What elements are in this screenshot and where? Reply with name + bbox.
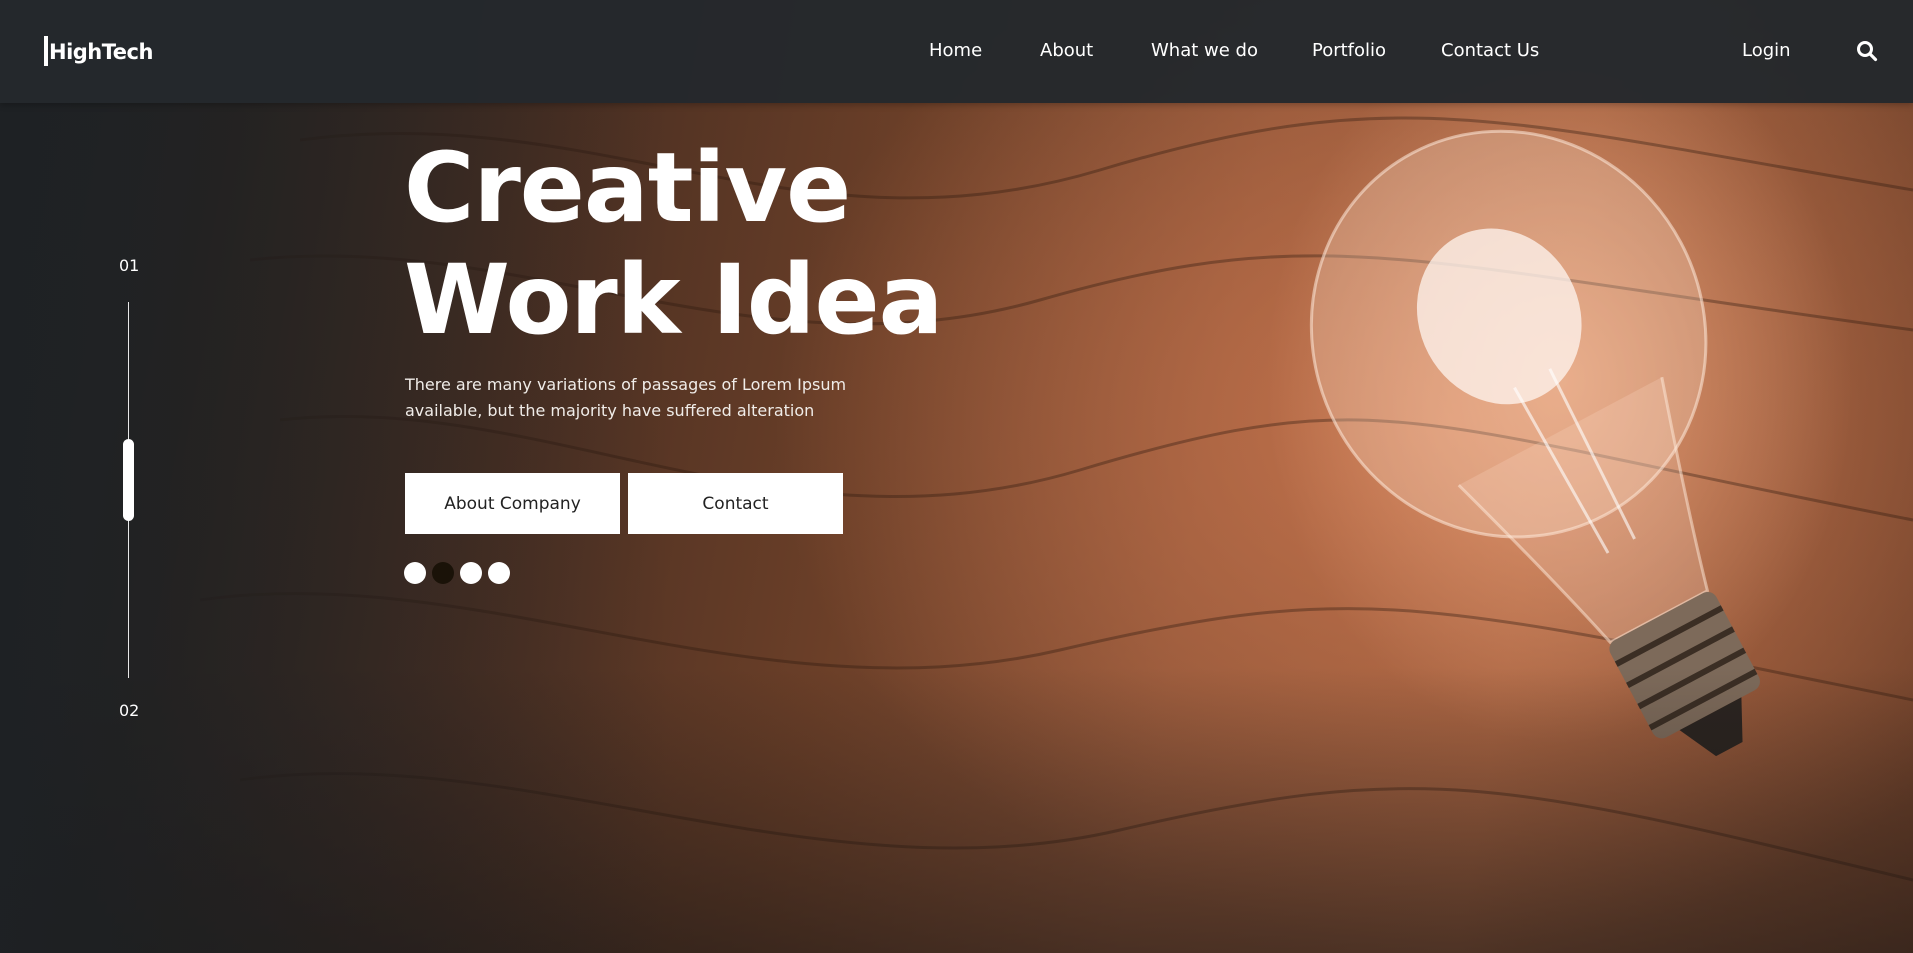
hero-title: Creative Work Idea bbox=[404, 132, 943, 356]
login-link[interactable]: Login bbox=[1742, 40, 1791, 61]
slider-dot-4[interactable] bbox=[488, 562, 510, 584]
top-navbar: HighTech Home About What we do Portfolio… bbox=[0, 0, 1913, 103]
search-icon[interactable] bbox=[1856, 40, 1878, 62]
hero-subtitle: There are many variations of passages of… bbox=[405, 375, 847, 420]
hero-title-line-1: Creative bbox=[404, 132, 851, 244]
nav-item-portfolio[interactable]: Portfolio bbox=[1312, 40, 1386, 61]
slide-current-number: 01 bbox=[119, 256, 140, 275]
slider-dot-1[interactable] bbox=[404, 562, 426, 584]
nav-item-what-we-do[interactable]: What we do bbox=[1151, 40, 1258, 61]
nav-item-home[interactable]: Home bbox=[929, 40, 982, 61]
contact-button[interactable]: Contact bbox=[628, 473, 843, 534]
about-company-button[interactable]: About Company bbox=[405, 473, 620, 534]
hero-overlay bbox=[0, 0, 1913, 953]
brand-logo-text: HighTech bbox=[49, 40, 153, 64]
nav-item-about[interactable]: About bbox=[1040, 40, 1093, 61]
nav-item-contact-us[interactable]: Contact Us bbox=[1441, 40, 1539, 61]
slide-next-number: 02 bbox=[119, 701, 140, 720]
slide-progress-handle[interactable] bbox=[123, 439, 134, 521]
brand-logo[interactable]: HighTech bbox=[44, 36, 153, 66]
slider-dot-2[interactable] bbox=[432, 562, 454, 584]
logo-mark bbox=[44, 36, 48, 66]
slider-dot-3[interactable] bbox=[460, 562, 482, 584]
hero-title-line-2: Work Idea bbox=[404, 244, 943, 356]
landing-page: HighTech Home About What we do Portfolio… bbox=[0, 0, 1913, 953]
